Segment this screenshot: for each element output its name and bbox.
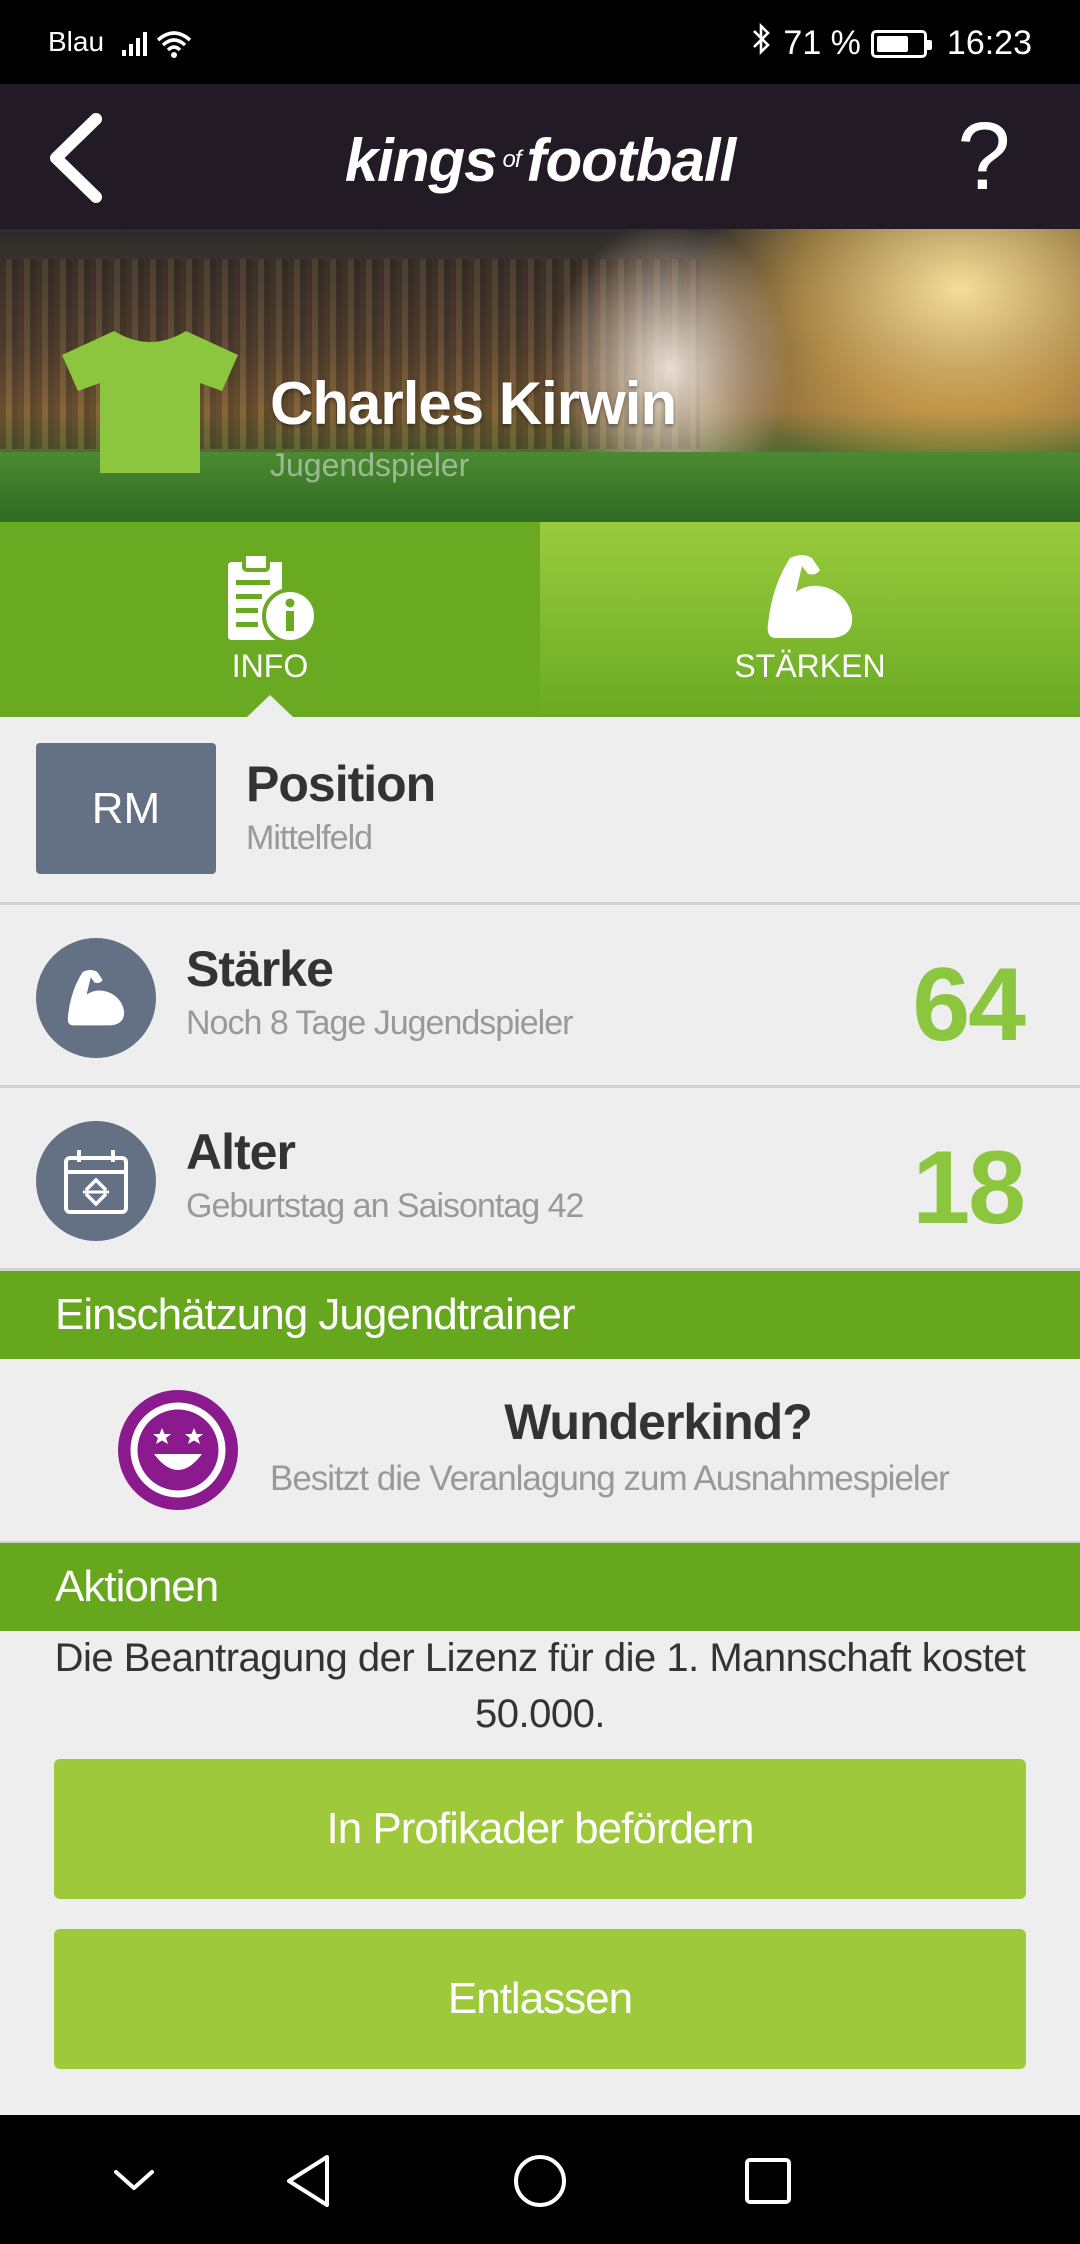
license-cost-text: Die Beantragung der Lizenz für die 1. Ma… bbox=[54, 1636, 1026, 1736]
logo-word-of: of bbox=[502, 146, 522, 173]
app-header: kings of football ? bbox=[0, 84, 1080, 229]
assessment-card: Wunderkind? Besitzt die Veranlagung zum … bbox=[0, 1359, 1080, 1544]
system-nav-bar bbox=[0, 2115, 1080, 2244]
battery-fill bbox=[876, 35, 908, 52]
age-subtitle: Geburtstag an Saisontag 42 bbox=[186, 1187, 584, 1225]
battery-icon bbox=[870, 29, 932, 58]
chevron-down-icon bbox=[114, 2170, 154, 2190]
nav-recents-button[interactable] bbox=[736, 2149, 800, 2213]
age-title: Alter bbox=[186, 1124, 296, 1180]
flexed-arm-icon bbox=[767, 555, 853, 638]
status-bar: Blau 71 % 16:23 bbox=[0, 0, 1080, 84]
position-badge: RM bbox=[36, 743, 216, 874]
signal-wifi-icon bbox=[122, 26, 202, 65]
birthday-calendar-icon bbox=[64, 1150, 128, 1214]
strength-row: Stärke Noch 8 Tage Jugendspieler 64 bbox=[0, 908, 1080, 1088]
tab-bar: INFO STÄRKEN bbox=[0, 522, 1080, 717]
player-name: Charles Kirwin bbox=[270, 370, 677, 437]
tab-strengths-label: STÄRKEN bbox=[734, 648, 886, 684]
shirt-icon bbox=[62, 331, 238, 473]
dismiss-button[interactable]: Entlassen bbox=[54, 1929, 1026, 2069]
promote-button[interactable]: In Profikader befördern bbox=[54, 1759, 1026, 1899]
app-logo: kings of football bbox=[0, 126, 1080, 195]
strength-title: Stärke bbox=[186, 941, 334, 997]
clock: 16:23 bbox=[946, 24, 1032, 62]
logo-word-football: football bbox=[526, 127, 737, 194]
tab-info-label: INFO bbox=[231, 648, 309, 684]
tab-strengths[interactable]: STÄRKEN bbox=[540, 522, 1080, 717]
carrier-label: Blau bbox=[48, 26, 105, 57]
position-title: Position bbox=[246, 756, 436, 812]
help-button[interactable]: ? bbox=[944, 102, 1024, 212]
assessment-header: Einschätzung Jugendtrainer bbox=[0, 1271, 1080, 1359]
age-value: 18 bbox=[912, 1130, 1026, 1246]
star-eyes-smiley-icon bbox=[118, 1390, 238, 1510]
triangle-back-icon bbox=[287, 2155, 329, 2207]
position-row: RM Position Mittelfeld bbox=[0, 717, 1080, 905]
nav-home-button[interactable] bbox=[508, 2149, 572, 2213]
player-role: Jugendspieler bbox=[270, 447, 470, 483]
status-right: 71 % 16:23 bbox=[751, 22, 1032, 65]
active-tab-indicator bbox=[247, 695, 293, 717]
circle-home-icon bbox=[514, 2155, 566, 2207]
strength-subtitle: Noch 8 Tage Jugendspieler bbox=[186, 1004, 573, 1042]
assessment-subtitle: Besitzt die Veranlagung zum Ausnahmespie… bbox=[270, 1459, 950, 1498]
age-row: Alter Geburtstag an Saisontag 42 18 bbox=[0, 1091, 1080, 1271]
assessment-title: Wunderkind? bbox=[504, 1394, 813, 1450]
bluetooth-icon bbox=[751, 22, 773, 65]
strength-icon-circle bbox=[36, 938, 156, 1058]
info-document-icon bbox=[228, 552, 318, 644]
position-value: Mittelfeld bbox=[246, 819, 373, 857]
actions-header: Aktionen bbox=[0, 1543, 1080, 1631]
strength-value: 64 bbox=[912, 947, 1026, 1063]
flexed-arm-icon bbox=[67, 970, 125, 1026]
battery-percent: 71 % bbox=[783, 24, 861, 62]
square-recents-icon bbox=[745, 2158, 791, 2204]
nav-back-button[interactable] bbox=[276, 2149, 340, 2213]
age-icon-circle bbox=[36, 1121, 156, 1241]
nav-hide-button[interactable] bbox=[102, 2149, 166, 2213]
player-hero-banner: Charles Kirwin Jugendspieler bbox=[0, 229, 1080, 522]
logo-word-kings: kings bbox=[344, 127, 498, 194]
tab-info[interactable]: INFO bbox=[0, 522, 540, 717]
